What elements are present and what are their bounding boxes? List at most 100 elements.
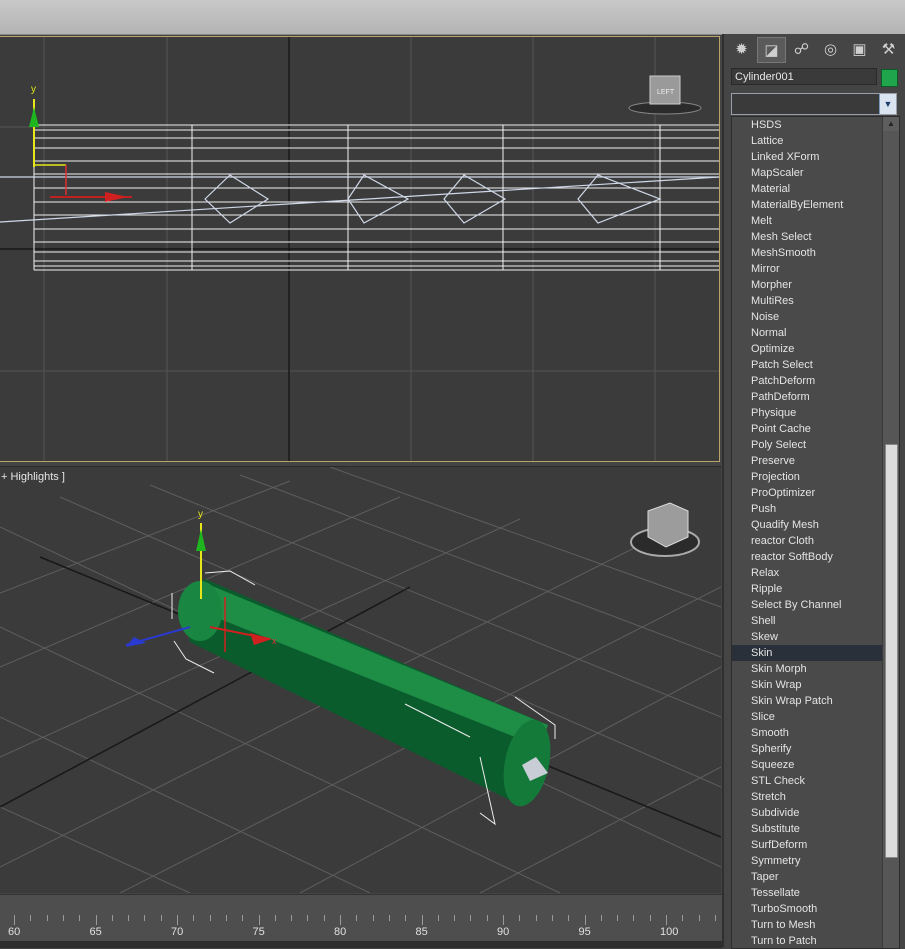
list-item[interactable]: Mirror (732, 261, 882, 277)
modifier-list-dropdown[interactable]: ▼ (731, 93, 897, 115)
timeline-tick (698, 915, 700, 921)
timeline-tick-label: 100 (660, 926, 679, 938)
left-viewport[interactable]: y LEFT (0, 36, 720, 462)
list-item[interactable]: PatchDeform (732, 373, 882, 389)
modifier-list[interactable]: HSDS Lattice Linked XForm MapScaler Material… (731, 116, 900, 949)
hierarchy-tab-icon[interactable]: ☍ (788, 37, 815, 61)
list-item[interactable]: Squeeze (732, 757, 882, 773)
list-item[interactable]: Select By Channel (732, 597, 882, 613)
timeline-tick (323, 915, 325, 921)
list-item[interactable]: Push (732, 501, 882, 517)
list-item[interactable]: Point Cache (732, 421, 882, 437)
viewport-shading-label[interactable]: + Highlights ] (1, 471, 65, 483)
list-item[interactable]: Spherify (732, 741, 882, 757)
timeline-tick (144, 915, 146, 921)
persp-axis-y-label: y (198, 509, 203, 520)
list-item[interactable]: Melt (732, 213, 882, 229)
list-item[interactable]: Shell (732, 613, 882, 629)
list-item[interactable]: Tessellate (732, 885, 882, 901)
timeline-tick (405, 915, 407, 921)
list-item[interactable]: Substitute (732, 821, 882, 837)
list-item[interactable]: Noise (732, 309, 882, 325)
list-item[interactable]: SurfDeform (732, 837, 882, 853)
chevron-down-icon[interactable]: ▼ (879, 94, 896, 114)
timeline-tick (307, 915, 309, 921)
scrollbar-thumb[interactable] (885, 444, 898, 858)
list-item[interactable]: MultiRes (732, 293, 882, 309)
list-item[interactable]: Patch Select (732, 357, 882, 373)
utilities-tab-hammer-icon[interactable]: ⚒ (875, 37, 902, 61)
timeline-tick (193, 915, 195, 921)
list-item[interactable]: Physique (732, 405, 882, 421)
list-item[interactable]: Mesh Select (732, 229, 882, 245)
timeline-tick (535, 915, 537, 921)
perspective-viewport[interactable]: y x + Highlights ] (0, 466, 721, 893)
list-item[interactable]: MapScaler (732, 165, 882, 181)
timeline-tick (372, 915, 374, 921)
time-ruler[interactable]: 60 65 70 75 80 85 90 95 100 (0, 895, 733, 941)
main-toolbar (0, 0, 905, 35)
list-item[interactable]: Quadify Mesh (732, 517, 882, 533)
timeline-tick (258, 915, 260, 925)
list-item[interactable]: Turn to Mesh (732, 917, 882, 933)
create-tab-sun-icon[interactable]: ✹ (728, 37, 755, 61)
object-name-field[interactable]: Cylinder001 (731, 68, 877, 85)
list-item[interactable]: Skin Wrap (732, 677, 882, 693)
list-item[interactable]: reactor SoftBody (732, 549, 882, 565)
list-item[interactable]: ProOptimizer (732, 485, 882, 501)
list-item[interactable]: Relax (732, 565, 882, 581)
command-panel-tabs: ✹ ◪ ☍ ◎ ▣ ⚒ (728, 37, 904, 63)
list-item[interactable]: reactor Cloth (732, 533, 882, 549)
list-item[interactable]: Symmetry (732, 853, 882, 869)
timeline-tick (30, 915, 32, 921)
list-item[interactable]: Stretch (732, 789, 882, 805)
list-item[interactable]: Poly Select (732, 437, 882, 453)
list-item[interactable]: Projection (732, 469, 882, 485)
list-item[interactable]: HSDS (732, 117, 882, 133)
object-color-swatch[interactable] (881, 69, 898, 87)
motion-tab-icon[interactable]: ◎ (817, 37, 844, 61)
timeline-tick (62, 915, 64, 921)
list-item[interactable]: Material (732, 181, 882, 197)
timeline[interactable]: 60 65 70 75 80 85 90 95 100 (0, 894, 733, 948)
timeline-tick (649, 915, 651, 921)
list-item[interactable]: PathDeform (732, 389, 882, 405)
list-item[interactable]: MeshSmooth (732, 245, 882, 261)
timeline-tick (274, 915, 276, 921)
timeline-tick (568, 915, 570, 921)
list-item[interactable]: Ripple (732, 581, 882, 597)
list-item[interactable]: TurboSmooth (732, 901, 882, 917)
list-item[interactable]: Optimize (732, 341, 882, 357)
timeline-tick (160, 915, 162, 921)
list-item[interactable]: Linked XForm (732, 149, 882, 165)
list-item[interactable]: Preserve (732, 453, 882, 469)
timeline-tick (600, 915, 602, 921)
list-item[interactable]: STL Check (732, 773, 882, 789)
persp-axis-x-label: x (272, 636, 277, 646)
scroll-up-arrow-icon[interactable]: ▲ (883, 117, 899, 131)
list-item[interactable]: Morpher (732, 277, 882, 293)
list-item[interactable]: Skin (732, 645, 882, 661)
list-item[interactable]: Skew (732, 629, 882, 645)
timeline-tick (46, 915, 48, 921)
timeline-tick-label: 90 (497, 926, 510, 938)
modify-tab-icon[interactable]: ◪ (757, 37, 786, 63)
timeline-tick (79, 915, 81, 921)
timeline-tick (128, 915, 130, 921)
list-item[interactable]: Taper (732, 869, 882, 885)
list-item[interactable]: Skin Wrap Patch (732, 693, 882, 709)
timeline-tick (356, 915, 358, 921)
timeline-tick (291, 915, 293, 921)
modifier-list-items: HSDS Lattice Linked XForm MapScaler Material… (732, 117, 882, 948)
list-item[interactable]: Skin Morph (732, 661, 882, 677)
list-item[interactable]: Smooth (732, 725, 882, 741)
list-item[interactable]: Normal (732, 325, 882, 341)
display-tab-monitor-icon[interactable]: ▣ (846, 37, 873, 61)
list-item[interactable]: MaterialByElement (732, 197, 882, 213)
timeline-tick (388, 915, 390, 921)
list-item[interactable]: Lattice (732, 133, 882, 149)
modifier-list-scrollbar[interactable]: ▲ (882, 117, 899, 948)
timeline-tick (421, 915, 423, 925)
list-item[interactable]: Subdivide (732, 805, 882, 821)
list-item[interactable]: Slice (732, 709, 882, 725)
